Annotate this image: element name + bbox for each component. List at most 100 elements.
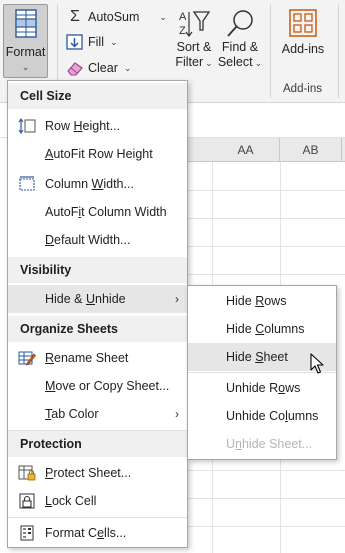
item-label: idth... [103, 177, 134, 191]
chevron-down-icon: ⌄ [123, 62, 132, 73]
menu-item-autofit-column-width[interactable]: AutoFit Column Width [8, 198, 187, 226]
menu-item-format-cells[interactable]: Format Cells... [8, 519, 187, 547]
fill-button[interactable]: Fill ⌄ [66, 34, 118, 50]
ribbon-divider [270, 4, 271, 98]
addins-button[interactable]: Add-ins [277, 8, 329, 57]
item-label: ows [264, 294, 287, 308]
gridline [188, 274, 345, 275]
menu-item-row-height[interactable]: Row Height... [8, 112, 187, 140]
find-select-button[interactable]: Find & Select ⌄ [217, 8, 263, 71]
item-label: Unhide R [226, 381, 279, 395]
find-select-line2-row: Select ⌄ [218, 55, 262, 71]
item-label: ab Color [51, 407, 99, 421]
menu-item-tab-color[interactable]: Tab Color › [8, 400, 187, 428]
menu-item-move-copy-sheet[interactable]: Move or Copy Sheet... [8, 372, 187, 400]
menu-item-column-width[interactable]: Column Width... [8, 170, 187, 198]
submenu-arrow-icon: › [175, 407, 179, 421]
format-label: Format [5, 45, 46, 59]
fill-label: Fill [88, 35, 104, 49]
clear-label: Clear [88, 61, 118, 75]
column-header-aa[interactable]: AA [212, 138, 280, 162]
item-label: Format C [45, 526, 98, 540]
section-cell-size: Cell Size [8, 83, 187, 109]
item-label: hide Sheet... [241, 437, 313, 451]
find-select-line1: Find & [221, 40, 259, 54]
menu-item-autofit-row-height[interactable]: AutoFit Row Height [8, 140, 187, 168]
submenu-item-unhide-sheet: Unhide Sheet... [188, 430, 336, 458]
mouse-cursor-icon [310, 353, 324, 374]
access-key: R [255, 294, 265, 308]
format-menu: Cell Size Row Height... AutoFit Row Heig… [7, 80, 188, 548]
access-key: M [45, 379, 56, 393]
section-organize-sheets: Organize Sheets [8, 316, 187, 342]
chevron-down-icon: ⌄ [109, 36, 118, 47]
format-button[interactable]: Format ⌄ [3, 4, 48, 78]
column-header-ab[interactable]: AB [280, 138, 342, 162]
item-label: Unhide Co [226, 409, 286, 423]
access-key: S [255, 350, 264, 364]
find-select-line2: Select [217, 55, 253, 69]
chevron-down-icon: ⌄ [254, 58, 263, 68]
access-key: C [255, 322, 265, 336]
menu-item-rename-sheet[interactable]: Rename Sheet [8, 344, 187, 372]
item-label: efault Width... [54, 233, 131, 247]
svg-text:A: A [179, 11, 187, 23]
item-label: AutoF [45, 205, 79, 219]
gridline [188, 190, 345, 191]
access-key: W [91, 177, 104, 191]
addins-label: Add-ins [281, 42, 325, 56]
item-label: utoFit Row Height [53, 147, 153, 161]
format-cells-dialog-icon [20, 525, 34, 541]
autosum-button[interactable]: Σ AutoSum ⌄ [66, 8, 167, 26]
item-label: t Column Width [81, 205, 167, 219]
submenu-item-unhide-rows[interactable]: Unhide Rows [188, 374, 336, 402]
gridline [188, 246, 345, 247]
menu-item-default-width[interactable]: Default Width... [8, 226, 187, 254]
sort-filter-icon: A Z [179, 11, 211, 37]
item-label: olumns [264, 322, 305, 336]
access-key: H [73, 119, 83, 133]
chevron-down-icon: ⌄ [21, 62, 30, 72]
addins-grid-icon [289, 9, 317, 37]
item-label: ename Sheet [54, 351, 129, 365]
sort-filter-line1: Sort & [176, 40, 212, 54]
item-label: Hide [226, 350, 256, 364]
item-label: eight... [82, 119, 121, 133]
item-label: Row [45, 119, 74, 133]
ribbon-divider [338, 4, 339, 98]
item-label: Hide [226, 322, 256, 336]
row-height-icon [18, 118, 36, 134]
sort-filter-line2-row: Filter ⌄ [175, 55, 212, 71]
item-label: heet [263, 350, 288, 364]
access-key: R [45, 351, 55, 365]
menu-item-hide-unhide[interactable]: Hide & Unhide › [8, 285, 187, 313]
access-key: n [235, 437, 242, 451]
item-label: rotect Sheet... [53, 466, 132, 480]
access-key: e [97, 526, 105, 540]
menu-item-protect-sheet[interactable]: Protect Sheet... [8, 459, 187, 487]
item-label: ws [285, 381, 301, 395]
submenu-item-unhide-columns[interactable]: Unhide Columns [188, 402, 336, 430]
submenu-arrow-icon: › [175, 292, 179, 306]
item-label: lls... [104, 526, 127, 540]
submenu-item-hide-rows[interactable]: Hide Rows [188, 287, 336, 315]
fill-down-icon [66, 34, 83, 50]
item-label: Hide [226, 294, 256, 308]
access-key: U [86, 292, 96, 306]
menu-item-lock-cell[interactable]: Lock Cell [8, 487, 187, 515]
section-protection: Protection [8, 431, 187, 457]
clear-button[interactable]: Clear ⌄ [66, 60, 131, 76]
access-key: D [45, 233, 55, 247]
access-key: L [45, 494, 52, 508]
item-label: ock Cell [51, 494, 97, 508]
item-label: Hide & [45, 292, 86, 306]
rename-sheet-icon [18, 351, 36, 366]
chevron-down-icon: ⌄ [159, 11, 167, 22]
sort-filter-button[interactable]: A Z Sort & Filter ⌄ [171, 8, 217, 71]
gridline [188, 526, 345, 527]
submenu-item-hide-columns[interactable]: Hide Columns [188, 315, 336, 343]
protect-sheet-icon [18, 465, 36, 481]
item-label: nhide [95, 292, 126, 306]
chevron-down-icon: ⌄ [205, 58, 213, 68]
column-width-icon [19, 176, 35, 191]
